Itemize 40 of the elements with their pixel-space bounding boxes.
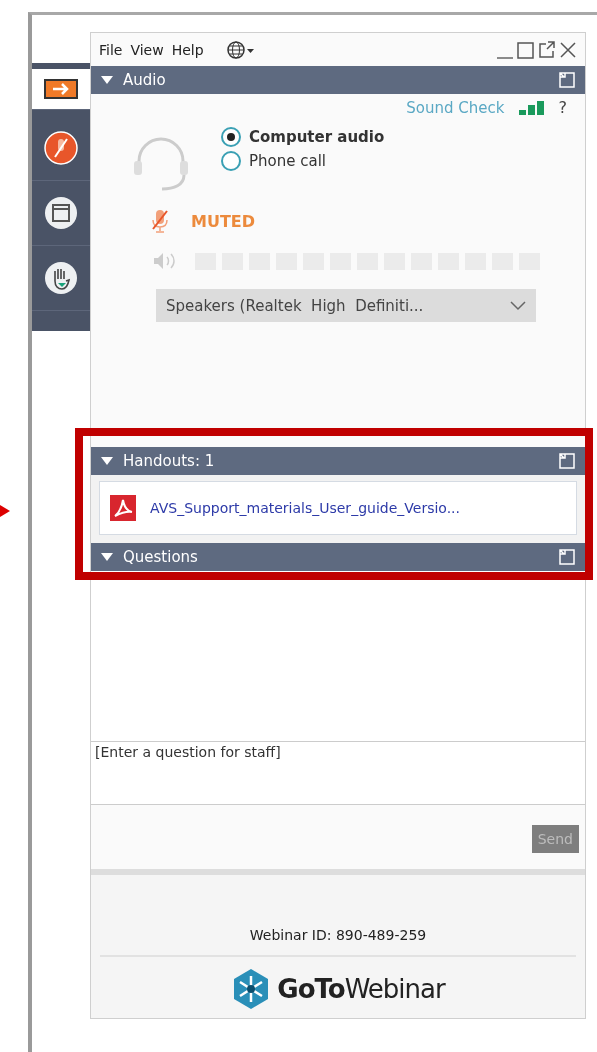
section-title: Handouts: 1 (123, 452, 215, 470)
pointer-arrow-icon (0, 505, 10, 517)
language-menu[interactable] (225, 39, 256, 60)
undock-icon[interactable] (559, 72, 575, 88)
section-title: Audio (123, 71, 166, 89)
mute-status: MUTED (191, 211, 256, 231)
collapse-triangle-icon (101, 553, 113, 561)
undock-icon[interactable] (559, 453, 575, 469)
maximize-icon[interactable] (517, 39, 535, 60)
menu-item[interactable]: Help (171, 41, 204, 58)
collapse-triangle-icon (101, 457, 113, 465)
sidebar-tab[interactable] (32, 69, 90, 110)
speaker-dropdown[interactable]: Speakers (Realtek High Definiti... (156, 289, 536, 322)
menu-item[interactable]: View (130, 41, 164, 58)
popout-icon[interactable] (538, 39, 556, 60)
menu-item[interactable]: File (99, 41, 123, 58)
section-header[interactable]: Questions (91, 543, 585, 571)
help-link[interactable]: ? (558, 98, 567, 117)
close-icon[interactable] (559, 39, 577, 60)
pdf-icon (110, 495, 136, 521)
chevron-down-icon (510, 300, 526, 311)
window-icon (44, 196, 78, 230)
radio-circle[interactable] (221, 127, 241, 147)
section-header[interactable]: Audio (91, 66, 585, 94)
undock-icon[interactable] (559, 549, 575, 565)
globe-icon (225, 39, 256, 60)
signal-bars-icon (518, 100, 545, 115)
product-logo-text: GoToWebinar (277, 974, 445, 1004)
handout-file-item[interactable]: AVS_Support_materials_User_guide_Versio... (99, 481, 577, 535)
radio-circle[interactable] (221, 151, 241, 171)
radio-option[interactable]: Computer audio (221, 127, 385, 147)
collapse-triangle-icon (101, 76, 113, 84)
webinar-id: Webinar ID: 890-489-259 (100, 927, 576, 957)
muted-mic-icon (44, 131, 78, 165)
radio-option[interactable]: Phone call (221, 151, 385, 171)
raised-hand-icon (44, 261, 78, 295)
section-header[interactable]: Handouts: 1 (91, 447, 585, 475)
section-title: Questions (123, 548, 198, 566)
muted-mic-icon (151, 209, 169, 233)
question-input[interactable]: [Enter a question for staff] (91, 741, 585, 805)
